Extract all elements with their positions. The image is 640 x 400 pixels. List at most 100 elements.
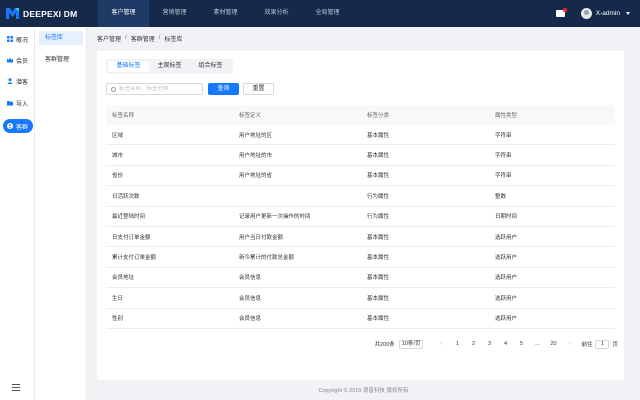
search-field[interactable] <box>106 83 203 95</box>
column-header: 标签定义 <box>239 113 262 119</box>
page-ellipsis[interactable]: ... <box>529 341 545 347</box>
table-row[interactable]: 日支付订单金额 用户当日付款金额 基本属性 选跃用户 <box>106 227 615 248</box>
reset-button[interactable]: 重置 <box>243 83 274 95</box>
page-size-select[interactable]: 10条/页 <box>398 339 424 349</box>
page-button[interactable]: 20 <box>545 341 561 347</box>
topnav-item-global[interactable]: 全局管理 <box>302 0 353 27</box>
topnav-item-customer[interactable]: 客户管理 <box>98 0 149 27</box>
subnav-item-segment-management[interactable]: 客群管理 <box>39 53 83 67</box>
notification-dot <box>562 8 567 12</box>
goto-page-input[interactable]: 1 <box>595 339 610 349</box>
cell-tag-category: 基本属性 <box>367 173 390 180</box>
tag-table: 标签名称 标签定义 标签分类 属性类型 区域 用户地址的区 基本属性 字符串 城… <box>106 105 615 329</box>
table-row[interactable]: 城市 用户地址的市 基本属性 字符串 <box>106 145 615 166</box>
cell-tag-definition: 用户地址的省 <box>239 173 273 180</box>
page-button[interactable]: 5 <box>513 341 529 347</box>
sidebar-item-label: 会员 <box>16 58 29 65</box>
subnav-item-tag-library[interactable]: 标签库 <box>39 31 83 45</box>
avatar[interactable] <box>580 8 592 19</box>
cell-tag-category: 基本属性 <box>367 295 390 302</box>
tab-subjective-tags[interactable]: 主观标签 <box>149 61 190 72</box>
brand-name: DEEPEXI DM <box>23 8 78 19</box>
topnav-item-material[interactable]: 素材管理 <box>200 0 251 27</box>
cell-tag-definition: 用户地址的区 <box>239 132 273 139</box>
cell-attribute-type: 选跃用户 <box>495 295 518 302</box>
cell-tag-definition: 会员信息 <box>239 275 262 282</box>
next-page-button[interactable]: › <box>561 341 577 347</box>
sidebar-item-label: 潜客 <box>16 79 29 86</box>
goto-suffix: 页 <box>612 342 618 348</box>
cell-tag-name: 最近登陆时间 <box>112 214 146 221</box>
cell-tag-category: 基本属性 <box>367 275 390 282</box>
sidebar-item-label: 客群 <box>16 124 29 131</box>
collapse-icon[interactable] <box>12 384 20 391</box>
cell-tag-definition: 记录用户更新一次操作的时间 <box>239 214 311 221</box>
cell-tag-category: 行为属性 <box>367 214 390 221</box>
breadcrumb: 客户管理 / 客群管理 / 标签库 <box>97 34 183 43</box>
page-button[interactable]: 3 <box>481 341 497 347</box>
cell-tag-definition: 会员信息 <box>239 295 262 302</box>
pagination: 共200条 10条/页 ‹ 1 2 3 4 5 ... 20 › 前往 1 页 <box>375 339 618 349</box>
page-button[interactable]: 4 <box>497 341 513 347</box>
sidebar-item-segment[interactable]: 客群 <box>3 119 33 133</box>
breadcrumb-item[interactable]: 客群管理 <box>131 34 155 43</box>
user-icon <box>7 78 13 84</box>
cell-tag-category: 基本属性 <box>367 132 390 139</box>
sidebar-item-import[interactable]: 导入 <box>3 96 33 110</box>
message-icon[interactable] <box>555 8 567 17</box>
table-row[interactable]: 日活跃次数 行为属性 整数 <box>106 186 615 207</box>
column-header: 标签名称 <box>112 113 135 119</box>
folder-icon <box>7 100 13 106</box>
cell-tag-category: 基本属性 <box>367 316 390 323</box>
cell-tag-name: 日支付订单金额 <box>112 234 151 241</box>
table-row[interactable]: 区域 用户地址的区 基本属性 字符串 <box>106 125 615 146</box>
crown-icon <box>7 57 13 63</box>
sidebar-item-overview[interactable]: 概况 <box>3 32 33 46</box>
breadcrumb-item[interactable]: 客户管理 <box>97 34 121 43</box>
cell-tag-name: 日活跃次数 <box>112 193 140 200</box>
search-input[interactable] <box>119 86 201 92</box>
main-card: 基础标签 主观标签 组合标签 查询 重置 标签名称 标签定义 标签分类 属性类型… <box>97 51 624 380</box>
table-row[interactable]: 省份 用户地址的省 基本属性 字符串 <box>106 166 615 187</box>
tab-combined-tags[interactable]: 组合标签 <box>190 61 231 72</box>
pagination-total: 共200条 <box>374 342 395 348</box>
grid-icon <box>7 36 13 42</box>
search-icon <box>111 86 116 92</box>
query-button[interactable]: 查询 <box>208 83 239 95</box>
topnav-item-analysis[interactable]: 效果分析 <box>251 0 302 27</box>
page-button[interactable]: 1 <box>449 341 465 347</box>
cell-attribute-type: 选跃用户 <box>495 234 518 241</box>
sub-nav: 标签库 客群管理 <box>35 27 87 400</box>
brand-logo[interactable]: DEEPEXI DM <box>0 8 98 19</box>
page-button[interactable]: 2 <box>465 341 481 347</box>
prev-page-button[interactable]: ‹ <box>433 341 449 347</box>
cell-tag-name: 生日 <box>112 295 124 302</box>
breadcrumb-current: 标签库 <box>164 36 183 43</box>
cell-tag-name: 省份 <box>112 173 124 180</box>
table-row[interactable]: 累计支付订单金额 新今累计的付款总金额 基本属性 选跃用户 <box>106 247 615 268</box>
cell-attribute-type: 字符串 <box>495 132 512 139</box>
logo-icon <box>6 8 19 19</box>
sidebar-item-prospect[interactable]: 潜客 <box>3 74 33 88</box>
cell-tag-category: 基本属性 <box>367 234 390 241</box>
sidebar: 概况 会员 潜客 导入 客群 <box>0 27 35 400</box>
topnav-item-marketing[interactable]: 营销管理 <box>149 0 200 27</box>
tab-basic-tags[interactable]: 基础标签 <box>108 61 149 72</box>
table-header: 标签名称 标签定义 标签分类 属性类型 <box>106 105 615 125</box>
cell-tag-name: 区域 <box>112 132 124 139</box>
table-row[interactable]: 性别 会员信息 基本属性 选跃用户 <box>106 309 615 329</box>
user-name[interactable]: X-admin <box>596 10 620 17</box>
table-row[interactable]: 会员地址 会员信息 基本属性 选跃用户 <box>106 268 615 289</box>
cell-tag-definition: 新今累计的付款总金额 <box>239 255 295 262</box>
cell-tag-name: 会员地址 <box>112 275 135 282</box>
chevron-down-icon[interactable] <box>626 12 630 15</box>
cell-tag-name: 性别 <box>112 316 124 323</box>
cell-tag-definition: 会员信息 <box>239 316 262 323</box>
table-row[interactable]: 生日 会员信息 基本属性 选跃用户 <box>106 288 615 309</box>
table-row[interactable]: 最近登陆时间 记录用户更新一次操作的时间 行为属性 日期时间 <box>106 207 615 227</box>
sidebar-item-member[interactable]: 会员 <box>3 53 33 67</box>
sidebar-item-label: 导入 <box>16 101 29 108</box>
cell-tag-name: 累计支付订单金额 <box>112 255 157 262</box>
column-header: 标签分类 <box>367 113 390 119</box>
cell-attribute-type: 选跃用户 <box>495 316 518 323</box>
